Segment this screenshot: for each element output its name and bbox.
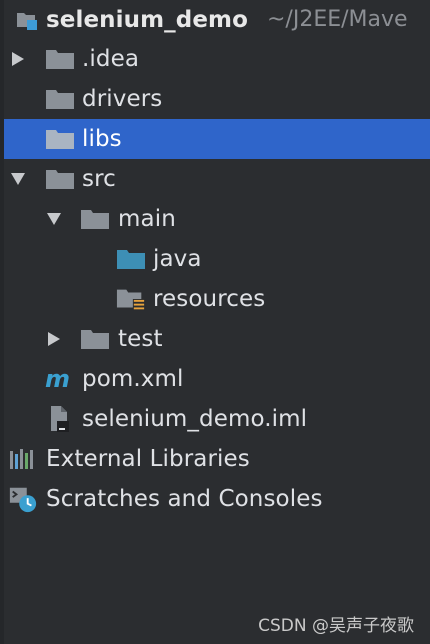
- root-project-path: ~/J2EE/Mave: [267, 7, 408, 32]
- tree-item-label: .idea: [82, 46, 140, 72]
- tree-item-label: Scratches and Consoles: [46, 486, 323, 512]
- tree-item-label: java: [153, 246, 202, 272]
- folder-icon: [80, 326, 110, 352]
- tree-item-label: pom.xml: [82, 366, 184, 392]
- chevron-down-icon[interactable]: [44, 209, 64, 229]
- tree-item-label: External Libraries: [46, 446, 250, 472]
- resources-folder-icon: [116, 286, 146, 312]
- project-module-icon: [14, 7, 40, 33]
- folder-icon: [45, 46, 75, 72]
- module-file-icon: [46, 406, 76, 432]
- tree-item-pom-xml[interactable]: m pom.xml: [4, 359, 430, 399]
- chevron-right-icon[interactable]: [44, 329, 64, 349]
- tree-item-external-libraries[interactable]: External Libraries: [4, 439, 430, 479]
- tree-item-label: libs: [82, 126, 122, 152]
- tree-item-drivers[interactable]: drivers: [4, 79, 430, 119]
- tree-root-project[interactable]: selenium_demo ~/J2EE/Mave: [4, 0, 430, 40]
- source-folder-icon: [116, 246, 146, 272]
- libraries-icon: [8, 446, 38, 472]
- maven-icon: m: [44, 366, 74, 392]
- chevron-right-icon[interactable]: [8, 49, 28, 69]
- scratches-icon: [8, 486, 38, 513]
- tree-item-src[interactable]: src: [4, 159, 430, 199]
- tree-item-label: test: [118, 326, 163, 352]
- tree-item-iml-file[interactable]: selenium_demo.iml: [4, 399, 430, 439]
- tree-item-scratches[interactable]: Scratches and Consoles: [4, 479, 430, 519]
- folder-icon: [45, 166, 75, 192]
- tree-item-label: main: [118, 206, 176, 232]
- tree-item-label: selenium_demo.iml: [82, 406, 308, 432]
- project-tool-window: selenium_demo ~/J2EE/Mave .idea drivers …: [0, 0, 430, 644]
- watermark-text: CSDN @吴声子夜歌: [258, 616, 414, 636]
- chevron-down-icon[interactable]: [8, 169, 28, 189]
- tree-item-main[interactable]: main: [4, 199, 430, 239]
- folder-icon: [80, 206, 110, 232]
- tree-item-label: drivers: [82, 86, 163, 112]
- tree-item-libs[interactable]: libs: [4, 119, 430, 159]
- tree-item-label: resources: [153, 286, 266, 312]
- root-project-name: selenium_demo: [46, 7, 248, 33]
- tree-item-resources[interactable]: resources: [4, 279, 430, 319]
- tree-item-java[interactable]: java: [4, 239, 430, 279]
- folder-icon: [45, 126, 75, 152]
- tree-item-label: src: [82, 166, 116, 192]
- tree-item-idea[interactable]: .idea: [4, 39, 430, 79]
- svg-text:m: m: [45, 367, 70, 391]
- tree-item-test[interactable]: test: [4, 319, 430, 359]
- folder-icon: [45, 86, 75, 112]
